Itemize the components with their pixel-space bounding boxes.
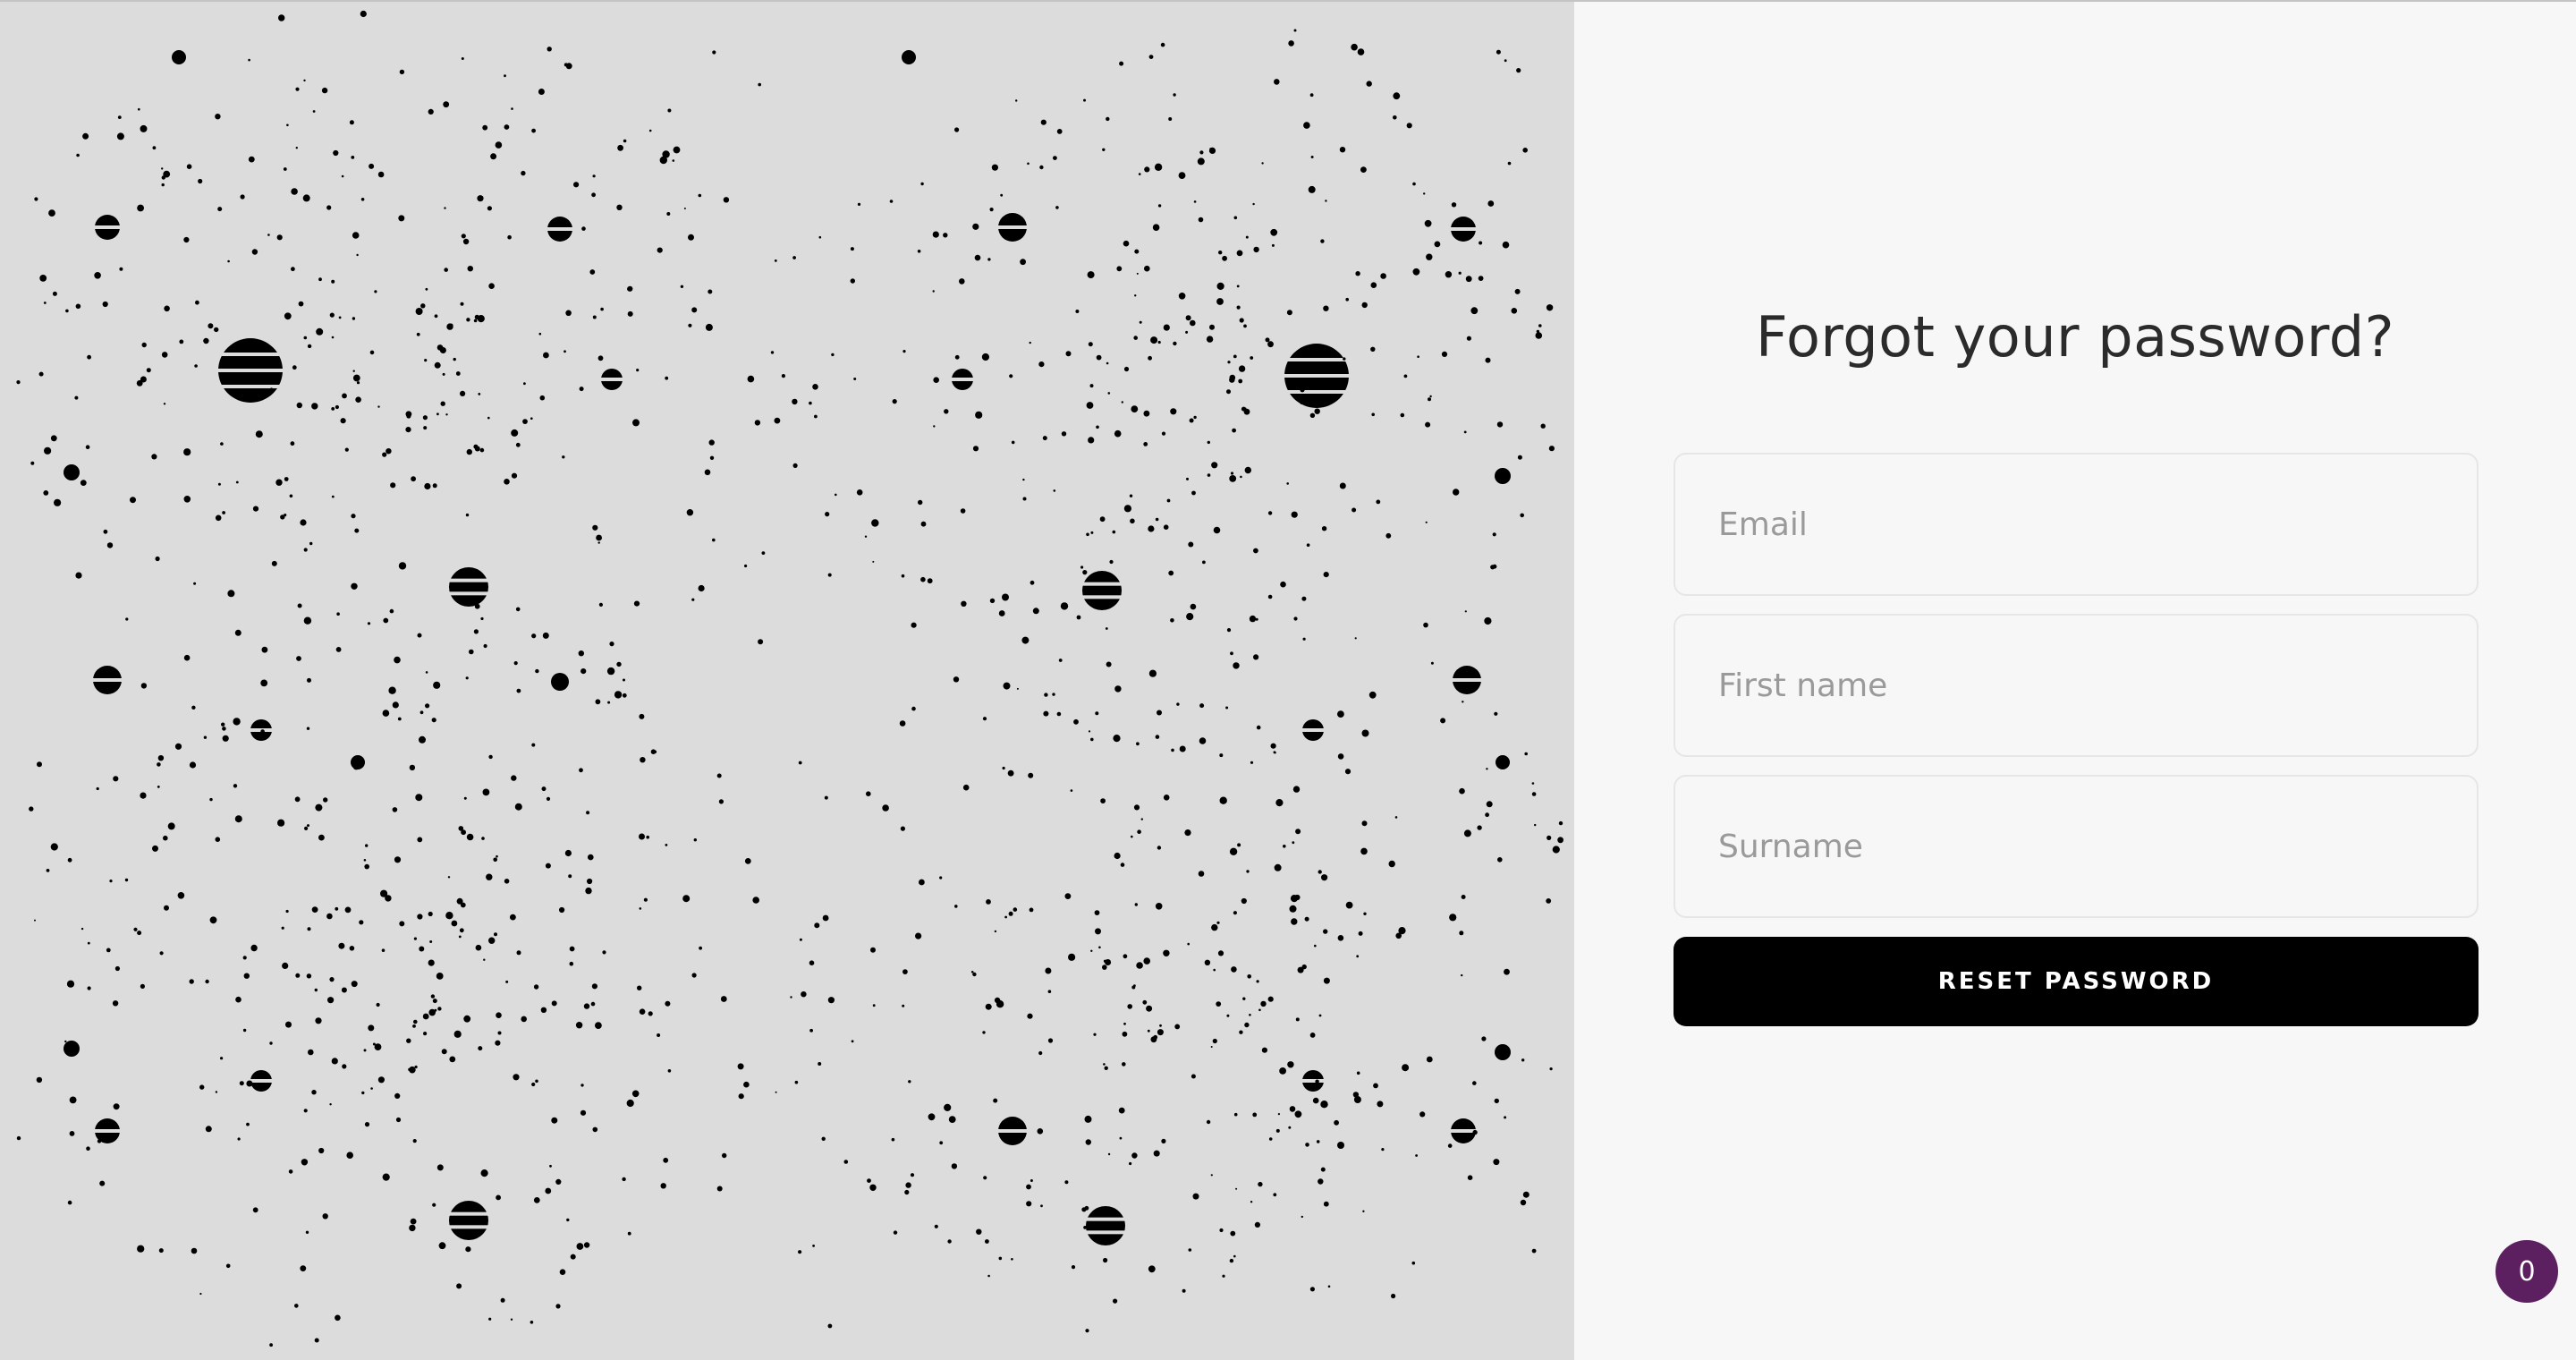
page-title: Forgot your password? (1756, 304, 2394, 370)
surname-field[interactable] (1674, 775, 2479, 918)
halftone-dot-pattern (16, 10, 1563, 1347)
top-border (0, 0, 2576, 2)
reset-password-button[interactable]: RESET PASSWORD (1674, 937, 2479, 1026)
background-pattern-panel (0, 0, 1574, 1360)
notification-badge[interactable]: 0 (2496, 1240, 2558, 1303)
email-field[interactable] (1674, 453, 2479, 596)
reset-password-form: Forgot your password? RESET PASSWORD (1574, 0, 2576, 1360)
first-name-field[interactable] (1674, 614, 2479, 757)
